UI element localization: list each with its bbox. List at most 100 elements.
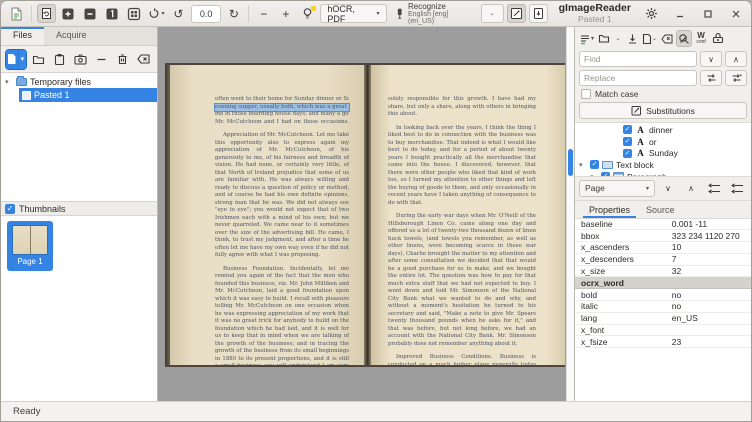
scanned-book-image[interactable]: often went to their home for Sunday dinn… — [165, 63, 565, 367]
thumbnails-list: Page 1 — [1, 216, 157, 401]
replace-all-button[interactable] — [725, 70, 747, 86]
paste-button[interactable] — [50, 50, 69, 69]
insert-mode-dropdown[interactable]: ▾ — [578, 30, 595, 47]
item-checkbox[interactable]: ✓ — [623, 149, 632, 158]
zoom-fit-button[interactable] — [125, 4, 144, 23]
item-checkbox[interactable]: ✓ — [590, 160, 599, 169]
hocr-tree-row[interactable]: ✓Adinner — [575, 124, 751, 136]
import-hocr-button[interactable] — [624, 30, 640, 47]
tab-properties[interactable]: Properties — [583, 205, 636, 218]
hocr-tree-row[interactable]: ✓Aor — [575, 136, 751, 148]
rotation-angle-spinbox[interactable]: 0.0 — [191, 5, 221, 23]
open-hocr-dropdown[interactable]: ⌄ — [613, 30, 623, 47]
thumbnail-page-1[interactable]: Page 1 — [7, 221, 53, 271]
document-canvas[interactable]: often went to their home for Sunday dinn… — [158, 27, 574, 401]
property-row[interactable]: baseline0.001 -11 — [575, 219, 751, 231]
open-folder-button[interactable] — [29, 50, 48, 69]
output-pane-toggle[interactable] — [507, 4, 526, 23]
item-checkbox[interactable]: ✓ — [623, 125, 632, 134]
add-images-dropdown[interactable]: ▾ — [18, 50, 26, 69]
rotate-mode-dropdown[interactable]: ▾ — [147, 4, 166, 23]
open-hocr-button[interactable] — [596, 30, 612, 47]
tab-files[interactable]: Files — [1, 27, 44, 45]
close-button[interactable] — [726, 4, 745, 23]
delete-source-button[interactable] — [113, 50, 132, 69]
add-images-button[interactable] — [6, 50, 18, 69]
hocr-tree-row[interactable]: ✓ASunday — [575, 147, 751, 159]
output-mode-dropdown[interactable]: hOCR, PDF ▾ — [320, 4, 386, 23]
image-controls-toggle[interactable] — [298, 4, 317, 23]
canvas-vertical-scrollbar[interactable] — [566, 27, 574, 401]
textline[interactable]: often went to their home for Sunday dinn… — [215, 96, 349, 104]
increase-button[interactable]: + — [276, 4, 295, 23]
property-row[interactable]: x_fsize23 — [575, 336, 751, 348]
export-button[interactable] — [529, 4, 548, 23]
textline[interactable]: Mr. McCutcheon and I had on those occasi… — [215, 119, 349, 127]
match-case-checkbox[interactable] — [581, 89, 591, 99]
maximize-button[interactable] — [698, 4, 717, 23]
recognize-button[interactable]: Recognize English [eng] (en_US) — [390, 3, 478, 24]
textline[interactable]: me in those boarding house days; and man… — [215, 111, 349, 119]
property-row[interactable]: bbox323 234 1120 270 — [575, 230, 751, 242]
thumbnails-checkbox[interactable]: ✓ — [5, 204, 15, 214]
clear-sources-button[interactable] — [134, 50, 153, 69]
thumbnails-label: Thumbnails — [19, 204, 66, 214]
expander-icon[interactable]: ▾ — [5, 78, 13, 86]
find-input[interactable] — [579, 51, 697, 67]
rotate-ccw-button[interactable]: ↺ — [169, 4, 188, 23]
find-replace-section: ∨ ∧ Match case — [575, 50, 751, 123]
hocr-output-panel: ▾ ⌄ ⌄ W — [574, 27, 751, 401]
rotate-page-button[interactable] — [37, 4, 56, 23]
property-row[interactable]: x_font — [575, 325, 751, 337]
zoom-original-button[interactable] — [103, 4, 122, 23]
property-row[interactable]: boldno — [575, 289, 751, 301]
replace-button[interactable] — [700, 70, 722, 86]
preferences-button[interactable] — [710, 30, 726, 47]
screenshot-button[interactable] — [71, 50, 90, 69]
next-item-button[interactable]: ∨ — [658, 180, 678, 197]
decrease-button[interactable]: − — [254, 4, 273, 23]
replace-input[interactable] — [579, 70, 697, 86]
substitutions-button[interactable]: Substitutions — [579, 102, 747, 119]
save-hocr-dropdown[interactable]: ⌄ — [641, 30, 658, 47]
prev-item-button[interactable]: ∧ — [681, 180, 701, 197]
expand-all-button[interactable] — [704, 180, 724, 197]
settings-button[interactable] — [642, 4, 661, 23]
rotate-cw-button[interactable]: ↻ — [224, 4, 243, 23]
expander-icon[interactable]: ▾ — [579, 161, 587, 169]
page-selector-dropdown[interactable]: Page ▾ — [579, 180, 655, 197]
scrollbar-thumb[interactable] — [568, 149, 573, 176]
add-images-split-button[interactable]: ▾ — [5, 49, 27, 70]
item-checkbox[interactable]: ✓ — [623, 137, 632, 146]
tree-item-label: Sunday — [649, 148, 678, 158]
tree-root-row[interactable]: ▾ Temporary files — [1, 75, 157, 88]
find-prev-button[interactable]: ∧ — [725, 51, 747, 67]
find-next-button[interactable]: ∨ — [700, 51, 722, 67]
selected-textline[interactable]: evening supper, usually both, which was … — [215, 104, 349, 112]
sources-panel: Files Acquire ▾ — [1, 27, 158, 401]
property-row[interactable]: x_ascenders10 — [575, 242, 751, 254]
property-row[interactable]: ocrx_word — [575, 277, 751, 289]
output-toolbar: ▾ ⌄ ⌄ W — [575, 27, 751, 50]
clear-output-button[interactable] — [659, 30, 675, 47]
property-row[interactable]: x_descenders7 — [575, 254, 751, 266]
property-row[interactable]: italicno — [575, 301, 751, 313]
property-value: no — [672, 301, 751, 311]
minimize-button[interactable] — [670, 4, 689, 23]
property-row[interactable]: x_size32 — [575, 266, 751, 278]
tree-item-pasted[interactable]: Pasted 1 — [19, 88, 157, 102]
zoom-in-button[interactable] — [59, 4, 78, 23]
hocr-tree-row[interactable]: ▾✓ Text block — [575, 159, 751, 171]
find-replace-toggle[interactable] — [676, 30, 692, 47]
files-tree: ▾ Temporary files Pasted 1 — [1, 73, 157, 201]
remove-source-button[interactable] — [92, 50, 111, 69]
collapse-all-button[interactable] — [727, 180, 747, 197]
tab-acquire[interactable]: Acquire — [44, 27, 99, 45]
property-row[interactable]: langen_US — [575, 313, 751, 325]
show-confidence-toggle[interactable]: W conf — [693, 30, 709, 47]
recognize-language-dropdown[interactable]: ⌄ — [481, 4, 504, 23]
zoom-out-button[interactable] — [81, 4, 100, 23]
tree-item-label: Text block — [616, 160, 654, 170]
property-value: 323 234 1120 270 — [672, 231, 751, 241]
tab-source[interactable]: Source — [640, 205, 681, 218]
